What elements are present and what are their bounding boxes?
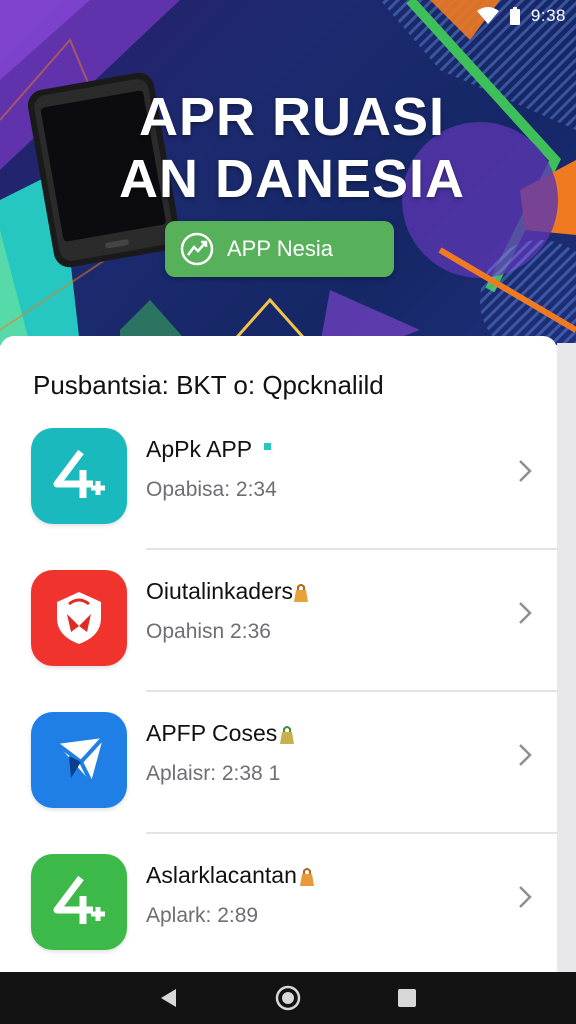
four-arrow-icon bbox=[53, 449, 105, 498]
list-item[interactable]: Oiutalinkaders Opahisn 2:36 bbox=[0, 554, 557, 692]
chevron-right-icon bbox=[519, 744, 532, 766]
app-subtitle: Opabisa: 2:34 bbox=[146, 478, 277, 501]
bag-badge-icon bbox=[299, 867, 314, 886]
cta-label: APP Nesia bbox=[227, 236, 333, 261]
list-item[interactable]: ApPk APP Opabisa: 2:34 bbox=[0, 412, 557, 550]
paper-plane-icon bbox=[55, 736, 105, 783]
hero-title-line1: APR RUASI bbox=[138, 87, 446, 147]
chevron-right-icon bbox=[519, 886, 532, 908]
app-name: Aslarklacantan bbox=[146, 862, 315, 889]
status-bar: 9:38 bbox=[476, 4, 566, 28]
home-button[interactable] bbox=[275, 985, 301, 1011]
wifi-icon bbox=[476, 7, 499, 24]
system-nav-bar bbox=[0, 972, 576, 1024]
app-icon-teal bbox=[31, 428, 127, 524]
app-subtitle: Aplark: 2:89 bbox=[146, 904, 259, 927]
screen: 9:38 APR RUASI AN DANESIA APP Nesia Pusb… bbox=[0, 0, 576, 1024]
app-icon-green bbox=[31, 854, 127, 950]
back-icon bbox=[161, 989, 177, 1007]
battery-icon bbox=[509, 7, 520, 25]
dot-badge-icon bbox=[264, 443, 272, 451]
app-list-card: Pusbantsia: BKT o: Qpcknalild ApPk APP O… bbox=[0, 336, 557, 976]
app-name: Oiutalinkaders bbox=[146, 578, 309, 605]
divider bbox=[146, 548, 557, 550]
home-icon bbox=[275, 985, 301, 1011]
chevron-right-icon bbox=[519, 460, 532, 482]
scrollbar-track[interactable] bbox=[557, 343, 576, 972]
four-arrow-icon bbox=[53, 875, 105, 924]
list-item[interactable]: Aslarklacantan Aplark: 2:89 bbox=[0, 838, 557, 976]
app-icon-red bbox=[31, 570, 127, 666]
list-item[interactable]: APFP Coses Aplaisr: 2:38 1 bbox=[0, 696, 557, 834]
divider bbox=[146, 690, 557, 692]
app-name: APFP Coses bbox=[146, 720, 295, 747]
cta-button[interactable]: APP Nesia bbox=[165, 221, 394, 277]
trend-arrow-icon bbox=[180, 232, 214, 266]
recents-button[interactable] bbox=[394, 985, 420, 1011]
status-time: 9:38 bbox=[530, 6, 566, 25]
recents-icon bbox=[397, 989, 416, 1007]
hero-title: APR RUASI AN DANESIA bbox=[96, 86, 488, 210]
chevron-right-icon bbox=[519, 602, 532, 624]
hero-title-line2: AN DANESIA bbox=[118, 149, 466, 209]
hero-banner: 9:38 APR RUASI AN DANESIA APP Nesia bbox=[0, 0, 576, 345]
app-subtitle: Opahisn 2:36 bbox=[146, 620, 271, 643]
bag-badge-icon bbox=[294, 583, 309, 602]
divider bbox=[146, 832, 557, 834]
section-title: Pusbantsia: BKT o: Qpcknalild bbox=[33, 370, 384, 400]
app-subtitle: Aplaisr: 2:38 1 bbox=[146, 762, 281, 785]
app-name: ApPk APP bbox=[146, 436, 272, 463]
shield-icon bbox=[57, 592, 101, 644]
back-button[interactable] bbox=[156, 985, 182, 1011]
bag-badge-icon bbox=[280, 725, 295, 744]
app-icon-blue bbox=[31, 712, 127, 808]
